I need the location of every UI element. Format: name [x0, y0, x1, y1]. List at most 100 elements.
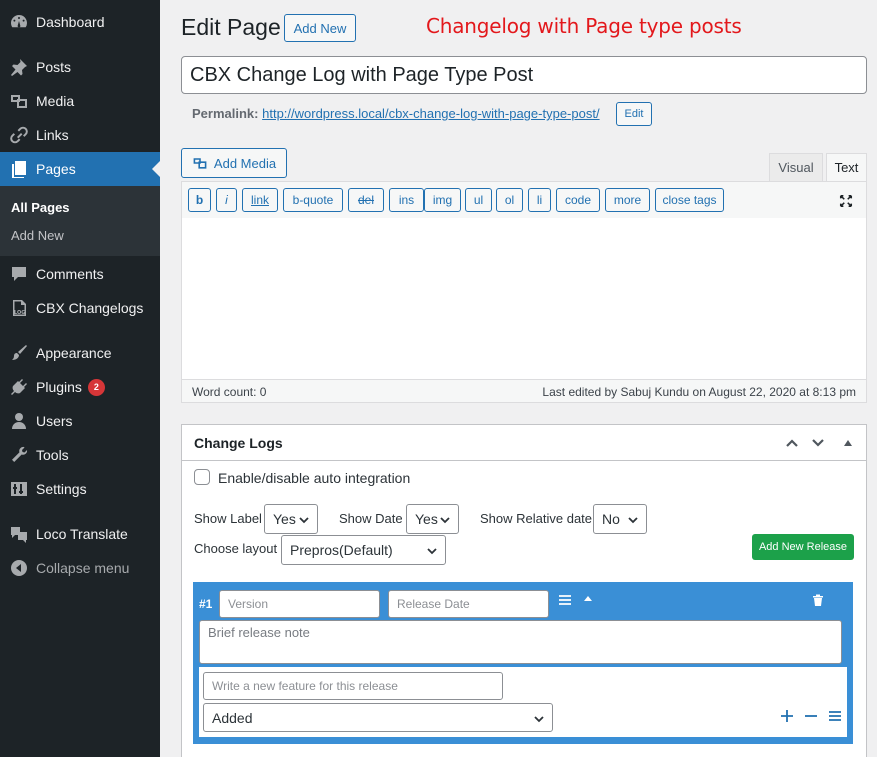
permalink-link[interactable]: http://wordpress.local/cbx-change-log-wi…: [262, 106, 599, 121]
feature-row: Write a new feature for this release Add…: [199, 667, 847, 737]
menu-label: Media: [36, 93, 75, 109]
permalink-row: Permalink: http://wordpress.local/cbx-ch…: [192, 106, 600, 121]
qt-ul-button[interactable]: ul: [465, 188, 492, 212]
qt-del-button[interactable]: del: [348, 188, 384, 212]
show-label-select[interactable]: Yes: [264, 504, 318, 534]
menu-media[interactable]: Media: [0, 84, 160, 118]
show-relative-select[interactable]: No: [593, 504, 647, 534]
move-down-icon[interactable]: [808, 433, 828, 453]
trash-icon[interactable]: [810, 592, 826, 608]
metabox-title: Change Logs: [194, 435, 283, 451]
release-date-input[interactable]: Release Date: [388, 590, 549, 618]
menu-label: Posts: [36, 59, 72, 75]
feature-input[interactable]: Write a new feature for this release: [203, 672, 503, 700]
chevron-down-icon: [426, 544, 438, 556]
auto-integration-checkbox[interactable]: [194, 469, 210, 485]
menu-loco-translate[interactable]: Loco Translate: [0, 517, 160, 551]
fullscreen-icon[interactable]: [838, 193, 854, 209]
menu-comments[interactable]: Comments: [0, 257, 160, 291]
qt-code-button[interactable]: code: [556, 188, 600, 212]
menu-users[interactable]: Users: [0, 404, 160, 438]
permalink-label: Permalink:: [192, 106, 259, 121]
plugin-icon: [0, 377, 36, 397]
menu-collapse[interactable]: Collapse menu: [0, 551, 160, 585]
word-count: Word count: 0: [192, 385, 267, 399]
quicktags-toolbar: b i link b-quote del ins img ul ol li co…: [181, 181, 867, 219]
comment-icon: [0, 264, 36, 284]
last-edited: Last edited by Sabuj Kundu on August 22,…: [542, 385, 856, 399]
plugin-update-badge: 2: [87, 378, 105, 396]
qt-ins-button[interactable]: ins: [389, 188, 424, 212]
show-relative-value: No: [602, 511, 620, 527]
menu-label: Users: [36, 413, 73, 429]
qt-li-button[interactable]: li: [528, 188, 551, 212]
release-item: #1 Version Release Date Brief release no…: [193, 582, 853, 744]
add-feature-icon[interactable]: [779, 708, 795, 724]
media-icon: [0, 91, 36, 111]
show-date-value: Yes: [415, 511, 438, 527]
qt-bold-button[interactable]: b: [188, 188, 211, 212]
submenu-all-pages[interactable]: All Pages: [11, 200, 70, 215]
submenu-add-new[interactable]: Add New: [11, 228, 64, 243]
toggle-panel-icon[interactable]: [838, 433, 858, 453]
version-input[interactable]: Version: [219, 590, 380, 618]
release-note-textarea[interactable]: Brief release note: [199, 620, 842, 664]
add-new-release-button[interactable]: Add New Release: [752, 534, 854, 560]
choose-layout-label: Choose layout: [194, 541, 278, 556]
layout-value: Prepros(Default): [290, 542, 393, 558]
menu-dashboard[interactable]: Dashboard: [0, 5, 160, 39]
feature-type-select[interactable]: Added: [203, 703, 553, 732]
svg-text:LOG: LOG: [14, 310, 25, 316]
add-new-button[interactable]: Add New: [284, 14, 356, 42]
pages-icon: [0, 159, 36, 179]
menu-label: Collapse menu: [36, 560, 130, 576]
menu-tools[interactable]: Tools: [0, 438, 160, 472]
layout-select[interactable]: Prepros(Default): [281, 535, 446, 565]
permalink-edit-button[interactable]: Edit: [616, 102, 652, 126]
drag-handle-icon[interactable]: [557, 592, 573, 608]
remove-feature-icon[interactable]: [803, 708, 819, 724]
feature-drag-icon[interactable]: [827, 708, 843, 724]
menu-label: Links: [36, 127, 69, 143]
add-media-button[interactable]: Add Media: [181, 148, 287, 178]
permalink-slug: cbx-change-log-with-page-type-post/: [388, 106, 600, 121]
menu-label: Pages: [36, 161, 76, 177]
qt-more-button[interactable]: more: [605, 188, 650, 212]
menu-appearance[interactable]: Appearance: [0, 336, 160, 370]
user-icon: [0, 411, 36, 431]
annotation-text: Changelog with Page type posts: [426, 14, 742, 38]
qt-img-button[interactable]: img: [424, 188, 461, 212]
qt-italic-button[interactable]: i: [216, 188, 237, 212]
menu-settings[interactable]: Settings: [0, 472, 160, 506]
menu-cbx-changelogs[interactable]: LOG CBX Changelogs: [0, 291, 160, 325]
collapse-arrow-icon[interactable]: [580, 591, 596, 607]
menu-posts[interactable]: Posts: [0, 50, 160, 84]
collapse-icon: [0, 558, 36, 578]
menu-label: Comments: [36, 266, 104, 282]
show-date-select[interactable]: Yes: [406, 504, 459, 534]
dashboard-icon: [0, 12, 36, 32]
menu-label: Tools: [36, 447, 69, 463]
move-up-icon[interactable]: [782, 433, 802, 453]
menu-label: Loco Translate: [36, 526, 128, 542]
menu-plugins[interactable]: Plugins 2: [0, 370, 160, 404]
chevron-down-icon: [627, 513, 639, 525]
permalink-base: http://wordpress.local/: [262, 106, 389, 121]
post-title-input[interactable]: CBX Change Log with Page Type Post: [181, 56, 867, 94]
qt-close-tags-button[interactable]: close tags: [655, 188, 724, 212]
wrench-icon: [0, 445, 36, 465]
chevron-down-icon: [298, 513, 310, 525]
tab-visual[interactable]: Visual: [769, 153, 823, 181]
brush-icon: [0, 343, 36, 363]
menu-label: CBX Changelogs: [36, 300, 144, 316]
content-textarea[interactable]: [181, 218, 867, 380]
link-icon: [0, 125, 36, 145]
qt-ol-button[interactable]: ol: [496, 188, 523, 212]
metabox-header: Change Logs: [182, 425, 866, 461]
menu-label: Dashboard: [36, 14, 105, 30]
qt-link-button[interactable]: link: [242, 188, 278, 212]
qt-bquote-button[interactable]: b-quote: [283, 188, 343, 212]
menu-links[interactable]: Links: [0, 118, 160, 152]
tab-text[interactable]: Text: [826, 153, 867, 181]
menu-pages[interactable]: Pages: [0, 152, 160, 186]
